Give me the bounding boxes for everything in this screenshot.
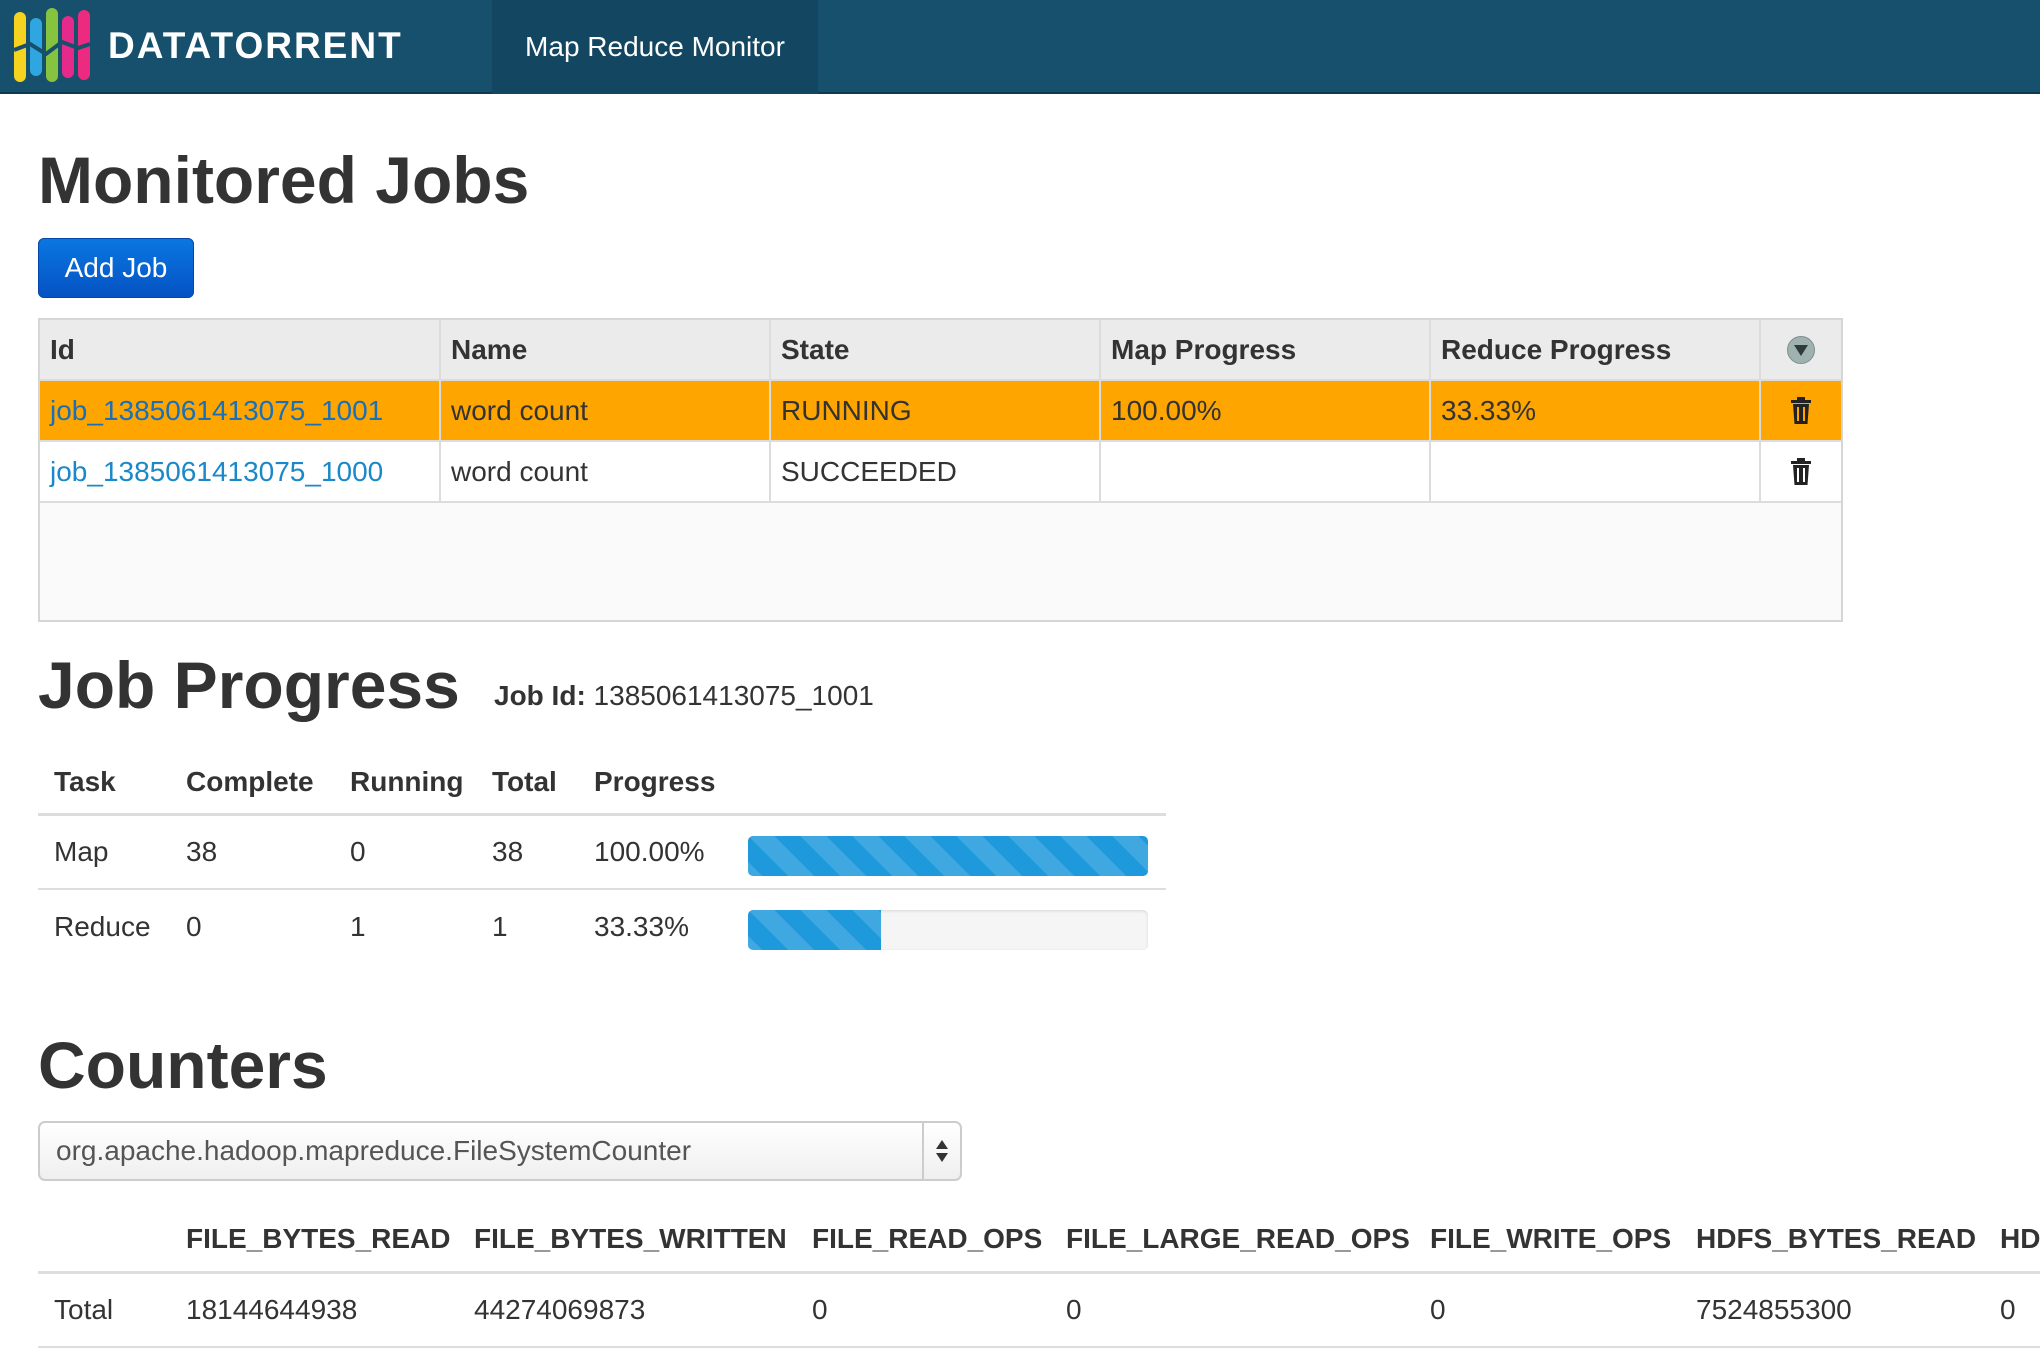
task-complete: 0 bbox=[186, 911, 202, 942]
column-header-file-write-ops: FILE_WRITE_OPS bbox=[1430, 1222, 1672, 1254]
job-state: SUCCEEDED bbox=[771, 442, 1101, 501]
column-header-map-progress[interactable]: Map Progress bbox=[1101, 320, 1431, 379]
job-id-link[interactable]: job_1385061413075_1000 bbox=[50, 456, 383, 488]
jobs-table: Id Name State Map Progress Reduce Progre… bbox=[38, 318, 1843, 622]
job-map-progress: 100.00% bbox=[1101, 381, 1431, 440]
monitored-jobs-heading: Monitored Jobs bbox=[38, 143, 530, 217]
brand[interactable]: DATATORRENT bbox=[10, 6, 403, 86]
progress-table-header: Task Complete Running Total Progress bbox=[38, 750, 1166, 816]
job-reduce-progress: 33.33% bbox=[1431, 381, 1761, 440]
table-row[interactable]: job_1385061413075_1000 word count SUCCEE… bbox=[40, 442, 1841, 503]
progress-bar bbox=[748, 836, 1148, 876]
column-header-file-large-read-ops: FILE_LARGE_READ_OPS bbox=[1066, 1222, 1410, 1254]
add-job-button[interactable]: Add Job bbox=[38, 238, 194, 298]
column-header-hd: HD bbox=[2000, 1222, 2040, 1254]
counter-row-label: Total bbox=[54, 1294, 114, 1325]
column-toggle[interactable] bbox=[1761, 320, 1841, 379]
table-row: Total 18144644938 44274069873 0 0 0 7524… bbox=[38, 1274, 2040, 1348]
jobs-table-header: Id Name State Map Progress Reduce Progre… bbox=[40, 320, 1841, 381]
tab-map-reduce-monitor[interactable]: Map Reduce Monitor bbox=[492, 0, 818, 94]
column-header-progress: Progress bbox=[594, 765, 716, 797]
column-header-name[interactable]: Name bbox=[441, 320, 771, 379]
counter-value: 0 bbox=[1066, 1294, 1082, 1325]
counters-heading: Counters bbox=[38, 1028, 328, 1102]
delete-job-button[interactable] bbox=[1761, 381, 1841, 440]
table-row: Reduce 0 1 1 33.33% bbox=[38, 890, 1166, 964]
job-id-display: Job Id: 1385061413075_1001 bbox=[494, 680, 874, 712]
column-header-total: Total bbox=[492, 765, 557, 797]
job-id-label: Job Id: bbox=[494, 680, 586, 711]
task-total: 1 bbox=[492, 911, 508, 942]
task-running: 0 bbox=[350, 836, 366, 867]
job-state: RUNNING bbox=[771, 381, 1101, 440]
column-header-complete: Complete bbox=[186, 765, 314, 797]
column-header-state[interactable]: State bbox=[771, 320, 1101, 379]
table-row[interactable]: job_1385061413075_1001 word count RUNNIN… bbox=[40, 381, 1841, 442]
column-header-id[interactable]: Id bbox=[40, 320, 441, 379]
progress-bar-fill bbox=[748, 910, 882, 950]
counter-value: 0 bbox=[812, 1294, 828, 1325]
table-row: Map 38 0 38 100.00% bbox=[38, 816, 1166, 890]
task-progress: 100.00% bbox=[594, 836, 705, 867]
job-reduce-progress bbox=[1431, 442, 1761, 501]
delete-job-button[interactable] bbox=[1761, 442, 1841, 501]
job-name: word count bbox=[441, 442, 771, 501]
counter-value: 7524855300 bbox=[1696, 1294, 1852, 1325]
job-id-link[interactable]: job_1385061413075_1001 bbox=[50, 395, 383, 427]
task-name: Reduce bbox=[54, 911, 151, 942]
counter-value: 0 bbox=[2000, 1294, 2016, 1325]
job-id-value: 1385061413075_1001 bbox=[593, 680, 874, 711]
counter-value: 44274069873 bbox=[474, 1294, 646, 1325]
column-header-file-bytes-read: FILE_BYTES_READ bbox=[186, 1222, 451, 1254]
counter-value: 0 bbox=[1430, 1294, 1446, 1325]
column-header-file-bytes-written: FILE_BYTES_WRITTEN bbox=[474, 1222, 787, 1254]
chevron-down-icon[interactable] bbox=[1787, 335, 1815, 364]
column-header-running: Running bbox=[350, 765, 464, 797]
top-navbar: DATATORRENT Map Reduce Monitor bbox=[0, 0, 2040, 94]
task-complete: 38 bbox=[186, 836, 218, 867]
column-header-file-read-ops: FILE_READ_OPS bbox=[812, 1222, 1043, 1254]
counter-group-select[interactable]: org.apache.hadoop.mapreduce.FileSystemCo… bbox=[38, 1121, 962, 1181]
progress-bar-fill bbox=[748, 836, 1148, 876]
progress-bar bbox=[748, 910, 1148, 950]
task-name: Map bbox=[54, 836, 109, 867]
counter-value: 18144644938 bbox=[186, 1294, 358, 1325]
counter-group-selected: org.apache.hadoop.mapreduce.FileSystemCo… bbox=[56, 1135, 692, 1166]
column-header-reduce-progress[interactable]: Reduce Progress bbox=[1431, 320, 1761, 379]
job-map-progress bbox=[1101, 442, 1431, 501]
counters-table-header: FILE_BYTES_READ FILE_BYTES_WRITTEN FILE_… bbox=[38, 1206, 2040, 1274]
column-header-hdfs-bytes-read: HDFS_BYTES_READ bbox=[1696, 1222, 1977, 1254]
brand-name: DATATORRENT bbox=[108, 25, 403, 66]
task-total: 38 bbox=[492, 836, 524, 867]
select-arrows-icon[interactable] bbox=[922, 1123, 960, 1179]
task-running: 1 bbox=[350, 911, 366, 942]
job-name: word count bbox=[441, 381, 771, 440]
datatorrent-logo-icon bbox=[13, 8, 91, 82]
trash-icon[interactable] bbox=[1790, 457, 1812, 486]
task-progress: 33.33% bbox=[594, 911, 689, 942]
column-header-task: Task bbox=[54, 765, 116, 797]
trash-icon[interactable] bbox=[1790, 396, 1812, 425]
job-progress-heading: Job Progress bbox=[38, 648, 460, 722]
